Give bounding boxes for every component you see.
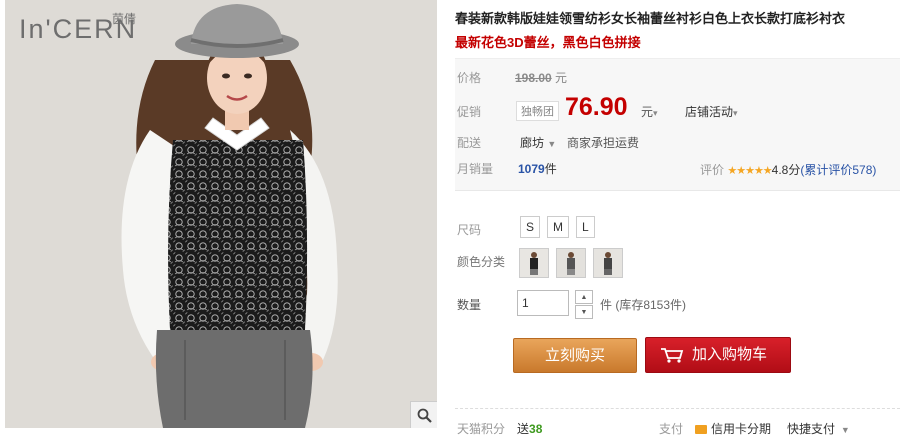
original-price-unit: 元 bbox=[555, 71, 568, 85]
store-activity-label: 店铺活动 bbox=[685, 105, 734, 119]
rating-stars-icon: ★★★★★ bbox=[727, 165, 772, 177]
rating-count-link[interactable]: (累计评价578) bbox=[800, 163, 876, 177]
promo-tag: 独畅团 bbox=[516, 101, 559, 121]
add-to-cart-label: 加入购物车 bbox=[692, 346, 768, 363]
price-panel: 价格 198.00 元 促销 独畅团 76.90 元▾ 店铺活动▾ 配送 廊坊 … bbox=[455, 58, 900, 191]
rating-score: 4.8分 bbox=[771, 163, 801, 177]
caret-up-icon: ▲ bbox=[580, 293, 588, 301]
promo-unit-text: 元 bbox=[641, 105, 654, 119]
promo-unit: 元▾ bbox=[641, 103, 658, 120]
chevron-down-icon: ▾ bbox=[653, 108, 658, 118]
shipping-location-dropdown[interactable]: 廊坊 ▼ bbox=[520, 134, 556, 151]
color-label: 颜色分类 bbox=[457, 255, 506, 269]
caret-down-icon: ▼ bbox=[580, 308, 588, 316]
buy-now-button[interactable]: 立刻购买 bbox=[513, 338, 637, 373]
credit-installment-link[interactable]: 信用卡分期 bbox=[695, 420, 771, 437]
quantity-label: 数量 bbox=[457, 298, 482, 312]
color-swatch-grey[interactable] bbox=[556, 248, 586, 278]
divider bbox=[455, 408, 900, 409]
size-option-s[interactable]: S bbox=[520, 216, 541, 238]
quick-pay-dropdown[interactable]: 快捷支付 ▼ bbox=[787, 420, 850, 437]
product-title: 春装新款韩版娃娃领雪纺衫女长袖蕾丝衬衫白色上衣长款打底衫衬衣 bbox=[455, 11, 846, 26]
monthly-sales-label: 月销量 bbox=[457, 162, 494, 176]
color-swatch-black[interactable] bbox=[519, 248, 549, 278]
shipping-label: 配送 bbox=[457, 136, 482, 150]
brand-logo-cn: 茵倩 bbox=[112, 12, 137, 26]
original-price: 198.00 元 bbox=[515, 69, 567, 86]
swatch-thumbnail bbox=[594, 249, 622, 277]
product-subtitle: 最新花色3D蕾丝，黑色白色拼接 bbox=[455, 35, 641, 50]
store-activity-dropdown[interactable]: 店铺活动▾ bbox=[685, 103, 738, 120]
quantity-input[interactable] bbox=[517, 290, 569, 316]
swatch-thumbnail bbox=[520, 249, 548, 277]
shipping-fee-text: 商家承担运费 bbox=[567, 136, 640, 150]
stock-text: 件 (库存8153件) bbox=[600, 298, 687, 312]
magnifier-icon bbox=[417, 408, 432, 423]
payment-label: 支付 bbox=[659, 422, 684, 436]
add-to-cart-button[interactable]: 加入购物车 bbox=[645, 337, 791, 373]
size-option-m[interactable]: M bbox=[547, 216, 569, 238]
monthly-sales: 1079件 bbox=[518, 160, 557, 177]
monthly-sales-count: 1079 bbox=[518, 162, 545, 176]
original-price-value: 198.00 bbox=[515, 71, 552, 85]
promo-price: 76.90 bbox=[565, 93, 628, 121]
product-main-image[interactable]: In'CERN 茵倩 bbox=[5, 0, 437, 428]
color-swatch-white[interactable] bbox=[593, 248, 623, 278]
monthly-sales-unit: 件 bbox=[544, 162, 557, 176]
size-option-l[interactable]: L bbox=[576, 216, 595, 238]
shipping-location: 廊坊 bbox=[520, 136, 545, 150]
price-label: 价格 bbox=[457, 71, 482, 85]
shopping-cart-icon bbox=[661, 348, 684, 363]
zoom-button[interactable] bbox=[410, 401, 437, 428]
quantity-increase-button[interactable]: ▲ bbox=[575, 290, 593, 304]
size-label: 尺码 bbox=[457, 223, 482, 237]
caret-down-icon: ▼ bbox=[547, 139, 557, 149]
swatch-thumbnail bbox=[557, 249, 585, 277]
promo-label: 促销 bbox=[457, 105, 482, 119]
quantity-decrease-button[interactable]: ▼ bbox=[575, 305, 593, 319]
points-label: 天猫积分 bbox=[457, 422, 506, 436]
points-value: 送38 bbox=[517, 420, 542, 437]
model-photo bbox=[121, 4, 338, 428]
chevron-down-icon: ▾ bbox=[733, 108, 738, 118]
rating-label: 评价 bbox=[700, 163, 725, 177]
credit-card-icon bbox=[695, 425, 707, 435]
rating-summary: 评价 ★★★★★4.8分(累计评价578) bbox=[700, 161, 876, 178]
